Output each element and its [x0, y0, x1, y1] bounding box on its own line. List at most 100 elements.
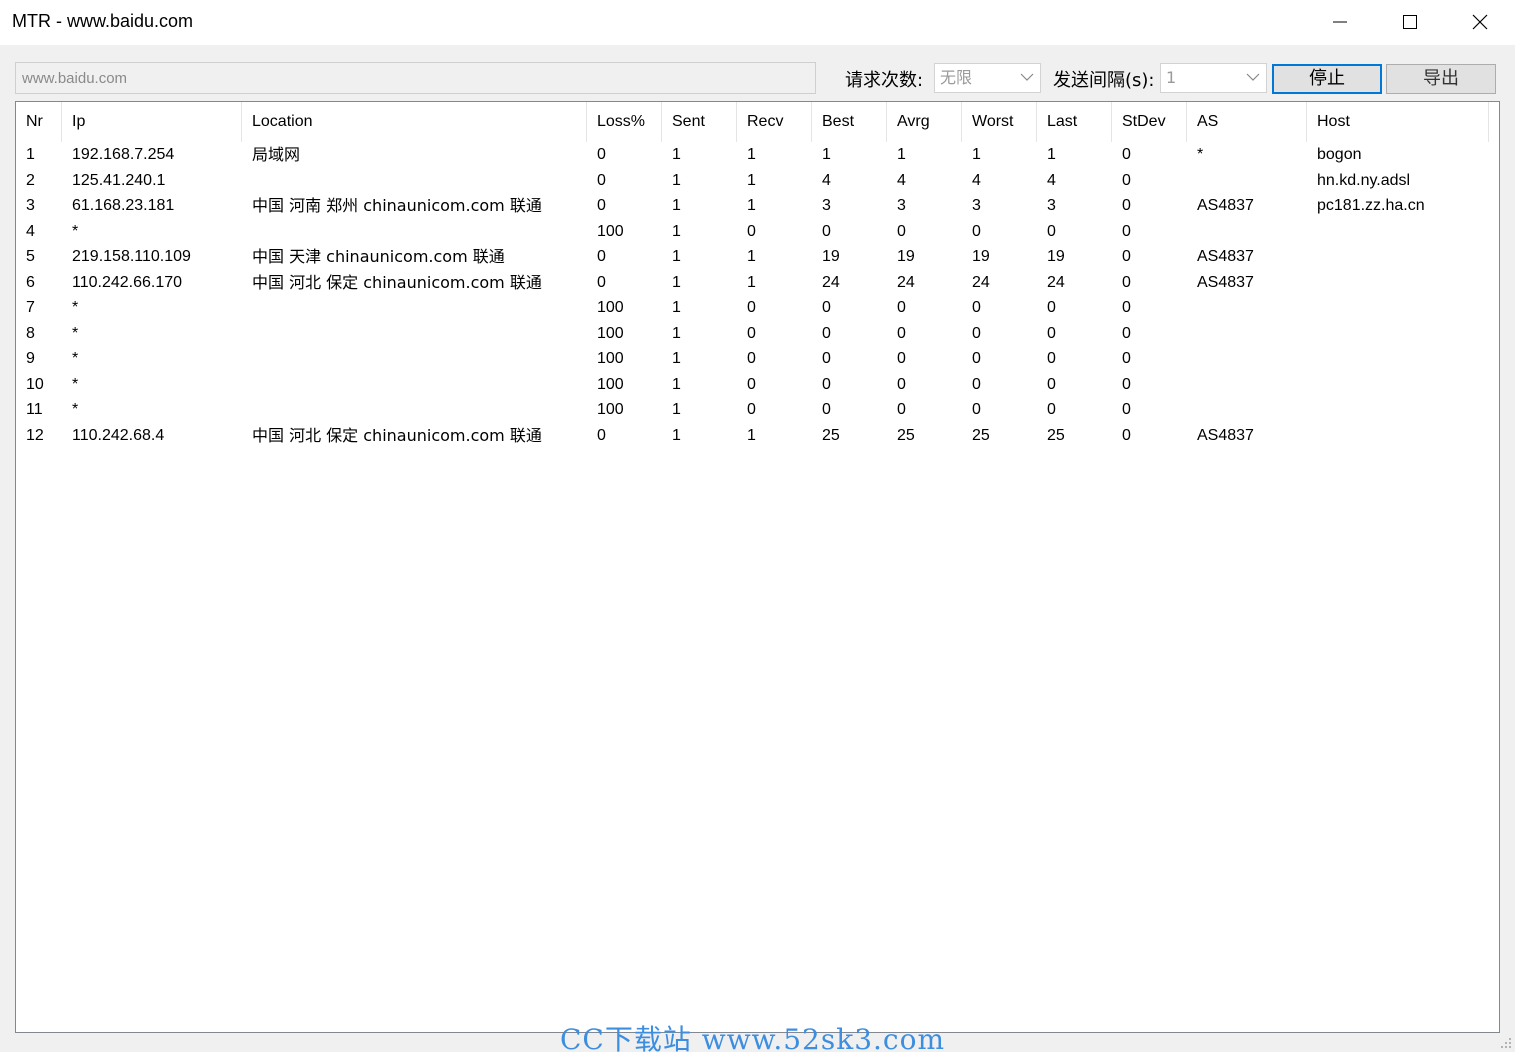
target-host-input[interactable]: [15, 62, 816, 94]
cell-host: [1307, 321, 1489, 346]
export-button[interactable]: 导出: [1386, 64, 1496, 94]
cell-nr: 7: [26, 299, 35, 316]
mtr-results-table[interactable]: Nr Ip Location Loss% Sent Recv Best Avrg Worst La…: [15, 101, 1500, 1033]
minimize-button[interactable]: [1305, 0, 1375, 45]
cell-host: [1307, 295, 1489, 320]
cell-last: 19: [1047, 248, 1065, 265]
table-row[interactable]: 5 219.158.110.109 中国 天津 chinaunicom.com 联通…: [16, 244, 1499, 269]
cell-location: 中国 河南 郑州 chinaunicom.com 联通: [252, 196, 542, 215]
column-header-loss[interactable]: Loss%: [587, 102, 662, 142]
cell-host: pc181.zz.ha.cn: [1317, 197, 1425, 214]
interval-value: 1: [1166, 68, 1177, 87]
column-header-host[interactable]: Host: [1307, 102, 1489, 142]
cell-avrg: 25: [897, 426, 915, 444]
interval-select[interactable]: 1: [1160, 63, 1267, 93]
chevron-down-icon: [1246, 73, 1260, 81]
cell-recv: 0: [747, 299, 756, 316]
table-row[interactable]: 3 61.168.23.181 中国 河南 郑州 chinaunicom.com 联…: [16, 193, 1499, 218]
cell-nr: 1: [26, 146, 35, 163]
column-header-as[interactable]: AS: [1187, 102, 1307, 142]
cell-sent: 1: [672, 299, 681, 316]
cell-best: 4: [822, 171, 831, 189]
cell-loss: 100: [597, 222, 624, 240]
cell-stdev: 0: [1122, 401, 1131, 418]
cell-ip: 192.168.7.254: [72, 146, 175, 163]
cell-as: AS4837: [1197, 197, 1254, 214]
maximize-button[interactable]: [1375, 0, 1445, 45]
table-row[interactable]: 9 * 100 1 0 0 0 0 0 0: [16, 346, 1499, 371]
cell-loss: 100: [597, 375, 624, 393]
cell-worst: 19: [972, 248, 990, 265]
cell-sent: 1: [672, 171, 681, 189]
cell-worst: 25: [972, 426, 990, 444]
cell-sent: 1: [672, 273, 681, 291]
table-row[interactable]: 10 * 100 1 0 0 0 0 0 0: [16, 372, 1499, 397]
table-row[interactable]: 7 * 100 1 0 0 0 0 0 0: [16, 295, 1499, 320]
cell-nr: 2: [26, 171, 35, 189]
column-header-stdev[interactable]: StDev: [1112, 102, 1187, 142]
cell-loss: 0: [597, 197, 606, 214]
cell-avrg: 19: [897, 248, 915, 265]
cell-ip: *: [72, 401, 79, 418]
table-row[interactable]: 11 * 100 1 0 0 0 0 0 0: [16, 397, 1499, 422]
cell-stdev: 0: [1122, 324, 1131, 342]
cell-host: hn.kd.ny.adsl: [1317, 171, 1411, 189]
column-header-nr[interactable]: Nr: [16, 102, 62, 142]
cell-stdev: 0: [1122, 222, 1131, 240]
cell-nr: 4: [26, 222, 35, 240]
table-row[interactable]: 8 * 100 1 0 0 0 0 0 0: [16, 321, 1499, 346]
cell-stdev: 0: [1122, 248, 1131, 265]
cell-ip: *: [72, 299, 79, 316]
column-header-worst[interactable]: Worst: [962, 102, 1037, 142]
cell-avrg: 0: [897, 324, 906, 342]
column-header-last[interactable]: Last: [1037, 102, 1112, 142]
table-row[interactable]: 4 * 100 1 0 0 0 0 0 0: [16, 219, 1499, 244]
cell-as: AS4837: [1197, 248, 1254, 265]
cell-last: 0: [1047, 299, 1056, 316]
cell-ip: 110.242.66.170: [72, 273, 183, 291]
column-header-sent[interactable]: Sent: [662, 102, 737, 142]
close-button[interactable]: [1445, 0, 1515, 45]
cell-as: [1187, 295, 1307, 320]
stop-button[interactable]: 停止: [1272, 64, 1382, 94]
cell-nr: 8: [26, 324, 35, 342]
cell-stdev: 0: [1122, 375, 1131, 393]
column-header-ip[interactable]: Ip: [62, 102, 242, 142]
cell-ip: 110.242.68.4: [72, 426, 165, 444]
table-row[interactable]: 6 110.242.66.170 中国 河北 保定 chinaunicom.com …: [16, 270, 1499, 295]
table-row[interactable]: 12 110.242.68.4 中国 河北 保定 chinaunicom.com 联…: [16, 423, 1499, 448]
cell-location: [242, 219, 587, 244]
cell-nr: 6: [26, 273, 35, 291]
cell-best: 0: [822, 222, 831, 240]
cell-last: 0: [1047, 222, 1056, 240]
watermark: CC下载站 www.52sk3.com: [560, 1023, 945, 1052]
cell-host: [1307, 397, 1489, 422]
resize-grip-icon[interactable]: [1500, 1037, 1512, 1049]
cell-worst: 0: [972, 375, 981, 393]
request-count-select[interactable]: 无限: [934, 63, 1041, 93]
cell-as: [1187, 321, 1307, 346]
table-row[interactable]: 2 125.41.240.1 0 1 1 4 4 4 4 0 hn.kd.ny.adsl: [16, 168, 1499, 193]
column-header-best[interactable]: Best: [812, 102, 887, 142]
column-header-recv[interactable]: Recv: [737, 102, 812, 142]
cell-nr: 3: [26, 197, 35, 214]
cell-stdev: 0: [1122, 299, 1131, 316]
cell-best: 24: [822, 273, 840, 291]
cell-stdev: 0: [1122, 350, 1131, 367]
cell-location: 中国 天津 chinaunicom.com 联通: [252, 247, 505, 266]
table-header: Nr Ip Location Loss% Sent Recv Best Avrg Worst La…: [16, 102, 1499, 142]
table-row[interactable]: 1 192.168.7.254 局域网 0 1 1 1 1 1 1 0 * bogon: [16, 142, 1499, 167]
cell-recv: 0: [747, 350, 756, 367]
column-header-location[interactable]: Location: [242, 102, 587, 142]
cell-sent: 1: [672, 426, 681, 444]
cell-best: 1: [822, 146, 831, 163]
cell-sent: 1: [672, 350, 681, 367]
column-header-avrg[interactable]: Avrg: [887, 102, 962, 142]
cell-nr: 11: [26, 401, 43, 418]
cell-avrg: 24: [897, 273, 915, 291]
cell-worst: 0: [972, 299, 981, 316]
cell-loss: 100: [597, 299, 624, 316]
cell-last: 0: [1047, 324, 1056, 342]
cell-recv: 0: [747, 375, 756, 393]
cell-sent: 1: [672, 401, 681, 418]
